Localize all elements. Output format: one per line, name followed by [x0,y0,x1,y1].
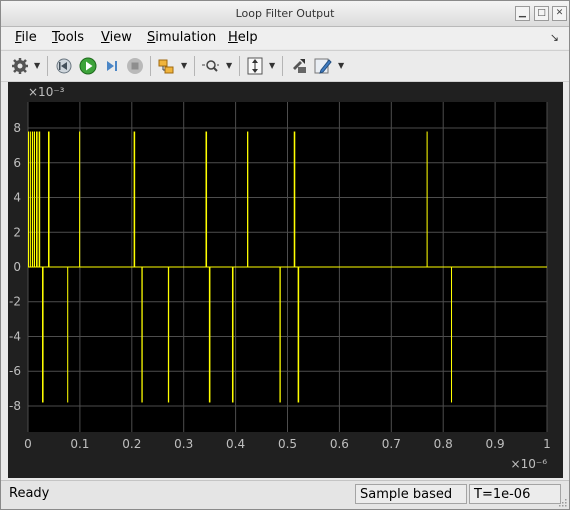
positive-pulse [133,131,136,267]
toolbar-separator [194,56,195,76]
positive-pulse [29,131,31,267]
negative-pulse [167,267,170,403]
x-tick-label: 0.4 [226,437,245,451]
positive-pulse [426,131,428,267]
resize-grip-icon[interactable] [559,499,567,507]
toolbar: ▼ ▼ ▼ ▼ ▼ [1,50,569,82]
run-icon[interactable] [78,56,98,76]
menu-help[interactable]: Help [228,30,258,45]
menu-file[interactable]: File [15,30,37,45]
maximize-icon[interactable]: □ [534,6,549,21]
time-field: T=1e-06 [469,484,561,504]
x-tick-label: 1 [543,437,551,451]
positive-pulse [33,131,36,267]
y-tick-label: 2 [13,225,21,239]
step-back-icon[interactable] [54,56,74,76]
menu-view[interactable]: View [101,30,132,45]
negative-pulse [297,267,300,403]
zoom-icon[interactable] [200,56,220,76]
x-tick-label: 0.6 [330,437,349,451]
toolbar-separator [150,56,151,76]
highlight-block-icon[interactable] [289,56,309,76]
x-tick-label: 0.3 [174,437,193,451]
negative-pulse [42,267,44,403]
scale-axes-icon[interactable] [245,56,265,76]
positive-pulse [247,131,249,267]
x-tick-label: 0.5 [278,437,297,451]
toolbar-separator [239,56,240,76]
negative-pulse [279,267,281,403]
toolbar-separator [47,56,48,76]
positive-pulse [28,131,30,267]
negative-pulse [231,267,234,403]
y-tick-label: 4 [13,191,21,205]
x-tick-label: 0.1 [70,437,89,451]
loop-filter-plot[interactable]: 0 0.1 0.2 0.3 0.4 0.5 0.6 0.7 0.8 0.9 1 8 6 4 2 0 -2 -4 -6… [8,82,563,478]
y-tick-label: -2 [9,295,21,309]
y-tick-label: -8 [9,399,21,413]
menu-simulation[interactable]: Simulation [147,30,216,45]
y-tick-label: 8 [13,121,21,135]
scale-axes-dropdown-icon[interactable]: ▼ [269,61,275,70]
scope-window: Loop Filter Output ▁ □ ✕ File Tools View… [0,0,570,510]
status-ready: Ready [9,486,50,501]
window-title: Loop Filter Output [235,7,335,20]
negative-pulse [67,267,69,403]
x-exponent-label: ×10⁻⁶ [511,457,548,471]
signal-selector-dropdown-icon[interactable]: ▼ [181,61,187,70]
y-tick-label: 6 [13,156,21,170]
menu-tools[interactable]: Tools [52,30,84,45]
positive-pulse [205,131,208,267]
style-icon[interactable] [313,56,333,76]
title-bar: Loop Filter Output ▁ □ ✕ [1,1,569,27]
negative-pulse [208,267,211,403]
y-tick-label: 0 [13,260,21,274]
stop-icon[interactable] [125,56,145,76]
scope-display: 0 0.1 0.2 0.3 0.4 0.5 0.6 0.7 0.8 0.9 1 8 6 4 2 0 -2 -4 -6… [8,82,563,478]
positive-pulse [79,131,81,267]
signal-selector-icon[interactable] [156,56,176,76]
status-bar: Ready Sample based T=1e-06 [1,480,569,509]
positive-pulse [36,131,38,267]
positive-pulse [38,131,41,267]
y-exponent-label: ×10⁻³ [28,85,65,99]
x-tick-label: 0.8 [434,437,453,451]
dock-arrow-icon[interactable]: ↘ [550,31,559,44]
y-tick-label: -6 [9,364,21,378]
menu-bar: File Tools View Simulation Help ↘ [1,27,569,49]
step-forward-icon[interactable] [102,56,122,76]
gear-dropdown-icon[interactable]: ▼ [34,61,40,70]
style-dropdown-icon[interactable]: ▼ [338,61,344,70]
x-tick-label: 0.9 [486,437,505,451]
x-tick-label: 0.2 [122,437,141,451]
positive-pulse [293,131,296,267]
close-icon[interactable]: ✕ [552,6,567,21]
positive-pulse [47,131,50,267]
gear-icon[interactable] [10,56,30,76]
x-tick-label: 0 [24,437,32,451]
minimize-icon[interactable]: ▁ [515,6,530,21]
x-tick-label: 0.7 [382,437,401,451]
positive-pulse [31,131,34,267]
negative-pulse [450,267,453,403]
sample-mode-field: Sample based [355,484,467,504]
zoom-dropdown-icon[interactable]: ▼ [226,61,232,70]
negative-pulse [141,267,143,403]
y-tick-label: -4 [9,329,21,343]
toolbar-separator [282,56,283,76]
